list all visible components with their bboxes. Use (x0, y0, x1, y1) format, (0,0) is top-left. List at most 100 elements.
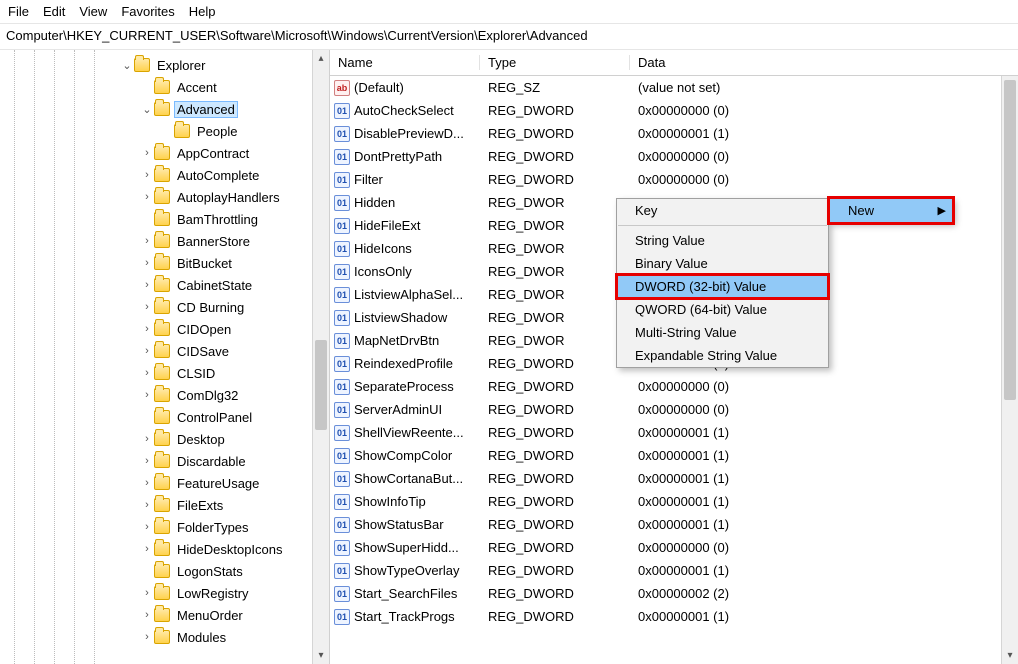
tree-item[interactable]: BamThrottling (0, 208, 329, 230)
tree-item[interactable]: ›Discardable (0, 450, 329, 472)
scroll-thumb[interactable] (1004, 80, 1016, 400)
chevron-right-icon[interactable]: › (140, 433, 154, 445)
chevron-right-icon[interactable]: › (140, 235, 154, 247)
value-data: 0x00000000 (0) (630, 149, 1018, 164)
dword-value-icon: 01 (334, 149, 350, 165)
value-row[interactable]: 01ShowSuperHidd...REG_DWORD0x00000000 (0… (330, 536, 1018, 559)
context-item[interactable]: DWORD (32-bit) Value (617, 275, 828, 298)
value-row[interactable]: ab(Default)REG_SZ(value not set) (330, 76, 1018, 99)
chevron-right-icon[interactable]: › (140, 477, 154, 489)
chevron-right-icon[interactable]: › (140, 323, 154, 335)
tree-item[interactable]: ›CabinetState (0, 274, 329, 296)
tree-item[interactable]: ControlPanel (0, 406, 329, 428)
value-row[interactable]: 01SeparateProcessREG_DWORD0x00000000 (0) (330, 375, 1018, 398)
chevron-right-icon[interactable]: › (140, 455, 154, 467)
chevron-right-icon[interactable]: › (140, 301, 154, 313)
value-type: REG_DWOR (480, 287, 630, 302)
chevron-right-icon[interactable]: › (140, 367, 154, 379)
menu-view[interactable]: View (79, 4, 107, 19)
tree-item-label: ControlPanel (174, 410, 255, 425)
context-menu-parent-new[interactable]: New ▶ (829, 198, 953, 223)
value-row[interactable]: 01ShowCompColorREG_DWORD0x00000001 (1) (330, 444, 1018, 467)
tree-scrollbar[interactable]: ▴ ▾ (312, 50, 329, 664)
values-scrollbar[interactable]: ▴ ▾ (1001, 76, 1018, 664)
tree-item[interactable]: ›CIDSave (0, 340, 329, 362)
chevron-right-icon[interactable]: › (140, 257, 154, 269)
value-row[interactable]: 01ShowStatusBarREG_DWORD0x00000001 (1) (330, 513, 1018, 536)
menu-edit[interactable]: Edit (43, 4, 65, 19)
value-row[interactable]: 01DisablePreviewD...REG_DWORD0x00000001 … (330, 122, 1018, 145)
context-item[interactable]: Key (617, 199, 828, 222)
col-name[interactable]: Name (330, 55, 480, 70)
chevron-right-icon[interactable]: › (140, 543, 154, 555)
value-name: MapNetDrvBtn (354, 333, 439, 348)
value-row[interactable]: 01ShowTypeOverlayREG_DWORD0x00000001 (1) (330, 559, 1018, 582)
tree-item[interactable]: ›CD Burning (0, 296, 329, 318)
tree-item[interactable]: ›BitBucket (0, 252, 329, 274)
context-item[interactable]: Binary Value (617, 252, 828, 275)
chevron-right-icon[interactable]: › (140, 279, 154, 291)
scroll-down-icon[interactable]: ▾ (313, 647, 329, 664)
scroll-up-icon[interactable]: ▴ (313, 50, 329, 67)
tree-item[interactable]: ›CIDOpen (0, 318, 329, 340)
chevron-right-icon[interactable]: › (140, 609, 154, 621)
tree-item[interactable]: ›BannerStore (0, 230, 329, 252)
chevron-right-icon[interactable]: › (140, 191, 154, 203)
tree-item[interactable]: People (0, 120, 329, 142)
menu-favorites[interactable]: Favorites (121, 4, 174, 19)
chevron-right-icon[interactable]: › (140, 345, 154, 357)
address-bar[interactable]: Computer\HKEY_CURRENT_USER\Software\Micr… (0, 24, 1018, 50)
tree-item[interactable]: ›Desktop (0, 428, 329, 450)
col-type[interactable]: Type (480, 55, 630, 70)
value-row[interactable]: 01DontPrettyPathREG_DWORD0x00000000 (0) (330, 145, 1018, 168)
context-item[interactable]: Multi-String Value (617, 321, 828, 344)
context-item[interactable]: Expandable String Value (617, 344, 828, 367)
tree-item[interactable]: Accent (0, 76, 329, 98)
tree-item[interactable]: ›FileExts (0, 494, 329, 516)
chevron-right-icon[interactable]: › (140, 169, 154, 181)
chevron-right-icon[interactable]: › (140, 587, 154, 599)
context-item-new[interactable]: New ▶ (830, 199, 952, 222)
menu-help[interactable]: Help (189, 4, 216, 19)
tree-item[interactable]: ›FeatureUsage (0, 472, 329, 494)
tree-item[interactable]: ›AutoplayHandlers (0, 186, 329, 208)
tree-item[interactable]: ›LowRegistry (0, 582, 329, 604)
chevron-right-icon[interactable]: › (140, 389, 154, 401)
value-row[interactable]: 01Start_TrackProgsREG_DWORD0x00000001 (1… (330, 605, 1018, 628)
value-type: REG_DWOR (480, 218, 630, 233)
tree-item[interactable]: ›CLSID (0, 362, 329, 384)
tree-item[interactable]: › FolderTypes (0, 516, 329, 538)
value-row[interactable]: 01ShellViewReente...REG_DWORD0x00000001 … (330, 421, 1018, 444)
value-row[interactable]: 01ShowInfoTipREG_DWORD0x00000001 (1) (330, 490, 1018, 513)
value-row[interactable]: 01Start_SearchFilesREG_DWORD0x00000002 (… (330, 582, 1018, 605)
scroll-down-icon[interactable]: ▾ (1002, 647, 1018, 664)
chevron-right-icon[interactable]: › (140, 147, 154, 159)
tree-item[interactable]: ⌄Explorer (0, 54, 329, 76)
chevron-right-icon[interactable]: › (140, 631, 154, 643)
context-item[interactable]: String Value (617, 229, 828, 252)
tree-item[interactable]: LogonStats (0, 560, 329, 582)
chevron-right-icon[interactable]: › (140, 499, 154, 511)
tree-item[interactable]: ›HideDesktopIcons (0, 538, 329, 560)
menu-file[interactable]: File (8, 4, 29, 19)
chevron-down-icon[interactable]: ⌄ (140, 103, 154, 116)
chevron-down-icon[interactable]: ⌄ (120, 59, 134, 72)
tree-item[interactable]: ›AppContract (0, 142, 329, 164)
dword-value-icon: 01 (334, 494, 350, 510)
value-row[interactable]: 01FilterREG_DWORD0x00000000 (0) (330, 168, 1018, 191)
tree-item[interactable]: ›Modules (0, 626, 329, 648)
tree-item[interactable]: ⌄Advanced (0, 98, 329, 120)
col-data[interactable]: Data (630, 55, 1018, 70)
tree-item[interactable]: ›AutoComplete (0, 164, 329, 186)
value-row[interactable]: 01ShowCortanaBut...REG_DWORD0x00000001 (… (330, 467, 1018, 490)
chevron-right-icon[interactable]: › (140, 521, 154, 533)
context-item[interactable]: QWORD (64-bit) Value (617, 298, 828, 321)
tree-item[interactable]: ›ComDlg32 (0, 384, 329, 406)
value-row[interactable]: 01ServerAdminUIREG_DWORD0x00000000 (0) (330, 398, 1018, 421)
tree-item-label: FolderTypes (174, 520, 252, 535)
scroll-thumb[interactable] (315, 340, 327, 430)
tree-item[interactable]: ›MenuOrder (0, 604, 329, 626)
value-row[interactable]: 01AutoCheckSelectREG_DWORD0x00000000 (0) (330, 99, 1018, 122)
value-type: REG_DWOR (480, 195, 630, 210)
folder-icon (154, 630, 170, 644)
